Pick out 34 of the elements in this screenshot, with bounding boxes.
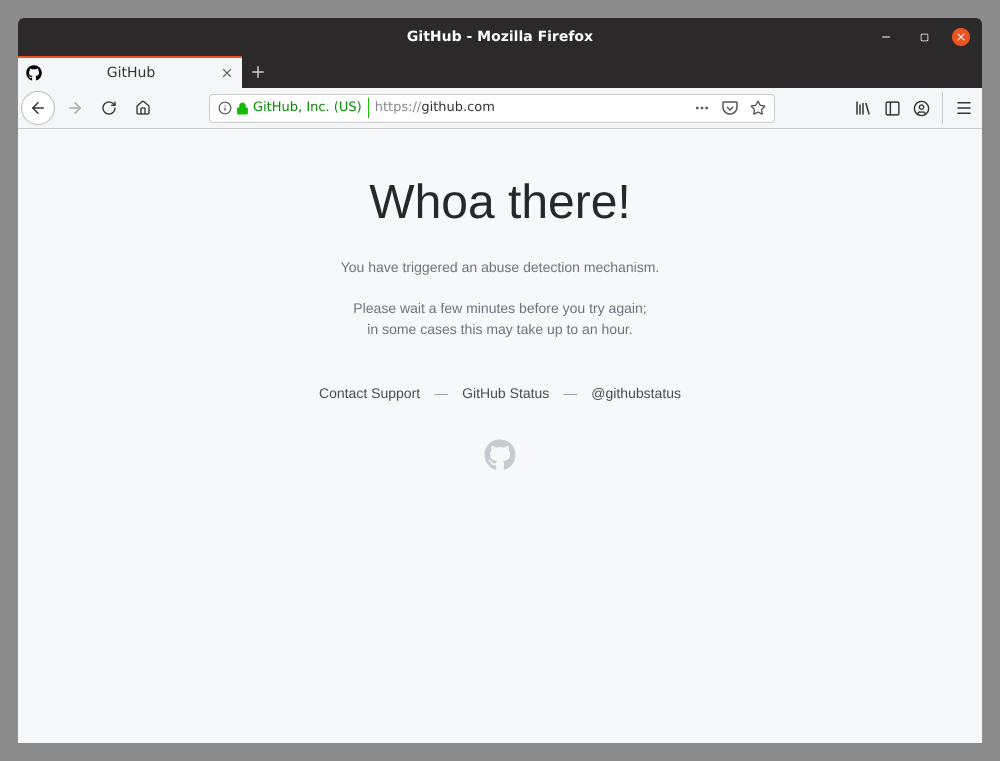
message-text: You have triggered an abuse detection mechanism.	[340, 258, 660, 277]
message-text: Please wait a few minutes before you try again; in some cases this may take up to an hour.	[353, 299, 647, 339]
pocket-icon[interactable]	[722, 100, 738, 116]
close-button[interactable]	[952, 28, 970, 46]
footer-link[interactable]: GitHub Status	[462, 383, 550, 404]
separator-dash: —	[434, 384, 448, 403]
account-icon[interactable]	[913, 100, 930, 116]
octocat-icon	[484, 439, 516, 471]
plus-icon	[249, 63, 267, 81]
star-icon[interactable]	[750, 100, 766, 116]
reload-icon	[101, 100, 117, 116]
octocat-icon	[26, 65, 42, 81]
browser-tab[interactable]: GitHub	[18, 56, 242, 88]
address-bar[interactable]: GitHub, Inc. (US) https://github.com	[209, 94, 775, 122]
tab-title: GitHub	[106, 64, 156, 82]
sidebar-icon[interactable]	[884, 100, 901, 116]
forward-arrow-icon	[66, 99, 84, 117]
window-title: GitHub - Mozilla Firefox	[406, 28, 594, 46]
tab-close-button[interactable]	[220, 66, 234, 80]
lock-icon	[236, 102, 249, 114]
info-icon	[218, 101, 232, 115]
menu-icon[interactable]	[955, 99, 973, 117]
site-identity: GitHub, Inc. (US)	[253, 98, 369, 118]
close-icon	[220, 66, 234, 80]
footer-link[interactable]: @githubstatus	[591, 383, 682, 404]
separator-dash: —	[563, 384, 578, 403]
maximize-icon	[920, 32, 928, 42]
home-icon	[135, 100, 151, 116]
footer-link[interactable]: Contact Support	[318, 383, 420, 404]
close-icon	[955, 31, 967, 43]
url-text: https://github.com	[374, 99, 496, 118]
page-heading: Whoa there!	[369, 179, 631, 227]
back-button[interactable]	[21, 91, 55, 125]
library-icon[interactable]	[854, 99, 872, 117]
